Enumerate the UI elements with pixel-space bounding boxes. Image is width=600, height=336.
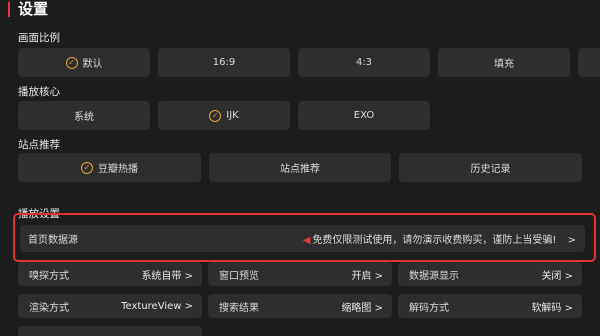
aspect-4-3-label: 4:3 [355,57,373,68]
aspect-16-9-label: 16:9 [212,57,236,68]
aspect-more-button[interactable] [578,48,600,77]
aspect-4-3-button[interactable]: 4:3 [298,48,430,77]
source-display-value: 关闭 > [541,270,573,282]
decode-mode-label: 解码方式 [409,302,449,314]
aspect-fill-label: 填充 [494,59,514,70]
core-exo-button[interactable]: EXO [298,101,430,130]
core-system-button[interactable]: 系统 [18,101,150,130]
search-result-value: 缩略图 > [341,302,383,314]
home-source-notice: 免费仅限测试使用，请勿演示收费购买，谨防上当受骗! [312,235,557,246]
window-preview-row[interactable]: 窗口预览 开启 > [208,262,392,286]
megaphone-icon: ◀ [302,235,311,246]
home-source-notice-group: ◀ 免费仅限测试使用，请勿演示收费购买，谨防上当受骗! > [303,231,576,246]
site-recommend-button[interactable]: 站点推荐 [209,153,391,182]
check-circle-icon: ✓ [81,161,93,174]
search-result-label: 搜索结果 [219,302,259,314]
core-system-label: 系统 [74,112,94,123]
source-display-row[interactable]: 数据源显示 关闭 > [398,262,582,286]
aspect-default-button[interactable]: ✓ 默认 [18,48,150,77]
render-mode-value: TextureView > [121,300,193,312]
aspect-fill-button[interactable]: 填充 [438,48,570,77]
sniff-mode-row[interactable]: 嗅探方式 系统自带 > [18,262,202,286]
title-bar: 设置 [0,0,600,20]
site-recommend-option-label: 站点推荐 [280,164,320,175]
check-circle-icon: ✓ [209,109,222,122]
core-exo-label: EXO [353,110,375,121]
history-label: 历史记录 [470,164,511,175]
next-setting-row[interactable] [18,326,202,336]
sniff-mode-label: 嗅探方式 [29,270,69,282]
window-preview-label: 窗口预览 [219,270,259,282]
render-mode-label: 渲染方式 [29,302,69,314]
source-display-label: 数据源显示 [409,270,459,282]
decode-mode-row[interactable]: 解码方式 软解码 > [398,294,582,318]
player-core-label: 播放核心 [18,86,60,98]
aspect-ratio-label: 画面比例 [18,32,60,44]
decode-mode-value: 软解码 > [531,302,573,314]
home-source-row[interactable]: 首页数据源 ◀ 免费仅限测试使用，请勿演示收费购买，谨防上当受骗! > [20,225,585,252]
history-button[interactable]: 历史记录 [399,153,582,182]
site-recommend-label: 站点推荐 [18,139,60,151]
render-mode-row[interactable]: 渲染方式 TextureView > [18,294,202,318]
core-ijk-label: IJK [226,110,239,121]
page-title: 设置 [18,0,49,18]
sniff-mode-value: 系统自带 > [141,270,193,282]
check-circle-icon: ✓ [65,56,78,69]
douban-hot-label: 豆瓣热播 [98,164,138,175]
window-preview-value: 开启 > [351,270,383,282]
home-source-label: 首页数据源 [28,235,78,246]
douban-hot-button[interactable]: ✓ 豆瓣热播 [18,153,201,182]
aspect-16-9-button[interactable]: 16:9 [158,48,290,77]
core-ijk-button[interactable]: ✓ IJK [158,101,290,130]
title-accent-bar [8,2,10,17]
chevron-right-icon: > [567,235,576,246]
aspect-default-label: 默认 [82,59,103,70]
search-result-row[interactable]: 搜索结果 缩略图 > [208,294,392,318]
